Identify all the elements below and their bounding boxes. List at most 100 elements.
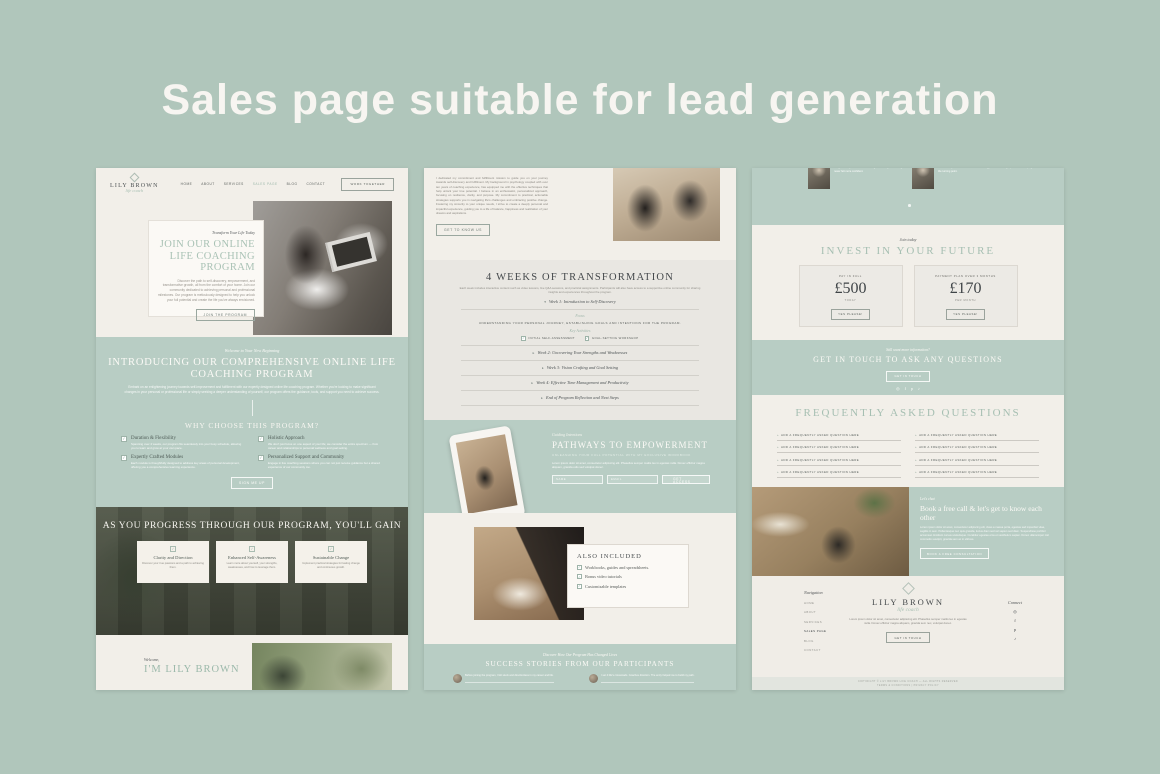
accordion-reflection[interactable]: ▸ End of Program Reflection and Next Ste… <box>461 391 698 406</box>
instagram-icon[interactable]: ◎ <box>1008 609 1022 614</box>
included-item-workbooks: ✓ Workbooks, guides and spreadsheets. <box>577 565 679 570</box>
intro-section: Welcome to Your New Beginning INTRODUCIN… <box>96 337 408 507</box>
accordion-week-4[interactable]: ▸ Week 4: Effective Time Management and … <box>461 376 698 391</box>
gain-card-title: Clarity and Direction <box>142 555 204 560</box>
testimonial-teaser: I set 4 life's crossroads. Coaches direc… <box>589 674 707 683</box>
plan-price: £500 <box>800 280 902 298</box>
faq-item[interactable]: +ADD A FREQUENTLY ASKED QUESTION HERE <box>915 453 1039 466</box>
footer-nav-heading: Navigation <box>804 590 826 595</box>
testimonials-section: clarity and purpose in life. The structu… <box>752 168 1064 225</box>
facebook-icon[interactable]: f <box>1008 618 1022 623</box>
feature-body: Engage in live coaching sessions where y… <box>268 461 383 469</box>
yes-please-button[interactable]: YES PLEASE! <box>831 309 870 320</box>
get-access-button[interactable]: GET ACCESS <box>662 475 710 484</box>
gain-card-clarity: ✓ Clarity and Direction Discover your tr… <box>137 541 209 583</box>
hero-body: Discover the path to self-discovery, emp… <box>157 279 255 303</box>
footer-link-home[interactable]: HOME <box>804 601 826 605</box>
connect-heading: Connect <box>1008 600 1022 605</box>
get-to-know-us-button[interactable]: GET TO KNOW US <box>436 224 490 236</box>
tiktok-icon[interactable]: ♪ <box>1008 636 1022 641</box>
book-consultation-button[interactable]: BOOK A FREE CONSULTATION <box>920 548 989 559</box>
footer-link-contact[interactable]: CONTACT <box>804 648 826 652</box>
faq-item[interactable]: +ADD A FREQUENTLY ASKED QUESTION HERE <box>915 466 1039 479</box>
sales-page-preview-1: LILY BROWN life coach HOME ABOUT SERVICE… <box>96 168 408 690</box>
accordion-week-3[interactable]: ▸ Week 3: Vision Crafting and Goal Setti… <box>461 361 698 376</box>
faq-item[interactable]: +ADD A FREQUENTLY ASKED QUESTION HERE <box>915 441 1039 454</box>
gain-card-title: Enhanced Self-Awareness <box>221 555 283 560</box>
work-together-button[interactable]: WORK TOGETHER <box>341 178 394 191</box>
stories-eyebrow: Discover How Our Program Has Changed Liv… <box>424 653 736 657</box>
chat-eyebrow: Let's chat <box>920 497 1050 501</box>
week-1-label: Week 1: Introduction to Self-Discovery <box>549 299 616 304</box>
plan-pay-in-full: PAY IN FULL £500 TODAY YES PLEASE! <box>799 265 903 327</box>
faq-item[interactable]: +ADD A FREQUENTLY ASKED QUESTION HERE <box>777 453 901 466</box>
faq-label: ADD A FREQUENTLY ASKED QUESTION HERE <box>919 458 997 462</box>
gain-cards: ✓ Clarity and Direction Discover your tr… <box>96 541 408 583</box>
chat-body: Lorem ipsum dolor sit amet, consectetur … <box>920 526 1050 542</box>
nav-item-about[interactable]: ABOUT <box>201 182 214 186</box>
hero-heading: JOIN OUR ONLINE LIFE COACHING PROGRAM <box>157 239 255 274</box>
stories-heading: SUCCESS STORIES FROM OUR PARTICIPANTS <box>424 660 736 668</box>
yes-please-button[interactable]: YES PLEASE! <box>946 309 985 320</box>
feature-title: Expertly Crafted Modules <box>131 455 246 460</box>
join-program-button[interactable]: JOIN THE PROGRAM <box>196 309 255 321</box>
contact-band-section: Still want more information? GET IN TOUC… <box>752 340 1064 395</box>
nav-item-home[interactable]: HOME <box>181 182 193 186</box>
footer-link-about[interactable]: ABOUT <box>804 610 826 614</box>
faq-item[interactable]: +ADD A FREQUENTLY ASKED QUESTION HERE <box>777 466 901 479</box>
footer-logo-tagline: life coach <box>848 607 968 613</box>
testimonial: initially being self-setting routines pr… <box>912 168 1044 189</box>
faq-label: ADD A FREQUENTLY ASKED QUESTION HERE <box>919 445 997 449</box>
faq-item[interactable]: +ADD A FREQUENTLY ASKED QUESTION HERE <box>915 428 1039 441</box>
check-icon: ✓ <box>121 436 127 442</box>
included-item-videos: ✓ Bonus video tutorials <box>577 574 679 579</box>
gain-card-body: Learn more about yourself, your strength… <box>221 562 283 570</box>
get-in-touch-button[interactable]: GET IN TOUCH <box>886 371 929 382</box>
teaser-text: I set 4 life's crossroads. Coaches direc… <box>601 674 694 683</box>
tiktok-icon[interactable]: ♪ <box>918 386 920 391</box>
why-heading: WHY CHOOSE THIS PROGRAM? <box>96 421 408 430</box>
nav-item-contact[interactable]: CONTACT <box>306 182 325 186</box>
awareness-icon: ✓ <box>249 546 255 552</box>
facebook-icon[interactable]: f <box>905 386 906 391</box>
footer-logo-text: LILY BROWN <box>848 597 968 607</box>
included-label: Bonus video tutorials <box>585 574 622 579</box>
testimonial-photo <box>912 168 934 189</box>
band-eyebrow: Still want more information? <box>752 348 1064 352</box>
main-nav: HOME ABOUT SERVICES SALES PAGE BLOG CONT… <box>181 182 325 186</box>
about-heading: I'M LILY BROWN <box>144 664 240 675</box>
nav-item-sales-page[interactable]: SALES PAGE <box>253 182 278 186</box>
faq-label: ADD A FREQUENTLY ASKED QUESTION HERE <box>919 433 997 437</box>
faq-item[interactable]: +ADD A FREQUENTLY ASKED QUESTION HERE <box>777 441 901 454</box>
hero-eyebrow: Transform Your Life Today <box>157 230 255 235</box>
site-logo[interactable]: LILY BROWN life coach <box>110 174 159 194</box>
nav-item-blog[interactable]: BLOG <box>287 182 298 186</box>
email-input[interactable] <box>607 475 658 484</box>
footer-link-blog[interactable]: BLOG <box>804 639 826 643</box>
feature-title: Duration & Flexibility <box>131 436 246 441</box>
faq-label: ADD A FREQUENTLY ASKED QUESTION HERE <box>781 433 859 437</box>
coaching-session-photo <box>613 168 720 241</box>
accordion-week-2[interactable]: ▸ Week 2: Uncovering Your Strengths and … <box>461 345 698 361</box>
faq-label: ADD A FREQUENTLY ASKED QUESTION HERE <box>781 470 859 474</box>
weeks-body: Each week includes interactive content s… <box>458 286 701 295</box>
footer-link-services[interactable]: SERVICES <box>804 620 826 624</box>
accordion-week-1[interactable]: ▾ Week 1: Introduction to Self-Discovery <box>461 295 698 310</box>
faq-label: ADD A FREQUENTLY ASKED QUESTION HERE <box>781 458 859 462</box>
plus-icon: + <box>777 470 779 474</box>
nav-item-services[interactable]: SERVICES <box>224 182 244 186</box>
about-eyebrow: Welcome, <box>144 657 159 662</box>
instagram-icon[interactable]: ◎ <box>896 386 900 391</box>
hero-section: Transform Your Life Today JOIN OUR ONLIN… <box>96 200 408 337</box>
pinterest-icon[interactable]: p <box>911 386 913 391</box>
footer-get-in-touch-button[interactable]: GET IN TOUCH <box>886 632 929 643</box>
carousel-dot[interactable] <box>908 204 911 207</box>
check-icon: ✓ <box>121 455 127 461</box>
faq-item[interactable]: +ADD A FREQUENTLY ASKED QUESTION HERE <box>777 428 901 441</box>
footer-link-sales-page[interactable]: SALES PAGE <box>804 629 826 633</box>
pinterest-icon[interactable]: p <box>1008 627 1022 632</box>
name-input[interactable] <box>552 475 603 484</box>
week-4-label: Week 4: Effective Time Management and Pr… <box>536 380 628 385</box>
sign-me-up-button[interactable]: SIGN ME UP <box>231 477 273 489</box>
avatar <box>453 674 462 683</box>
